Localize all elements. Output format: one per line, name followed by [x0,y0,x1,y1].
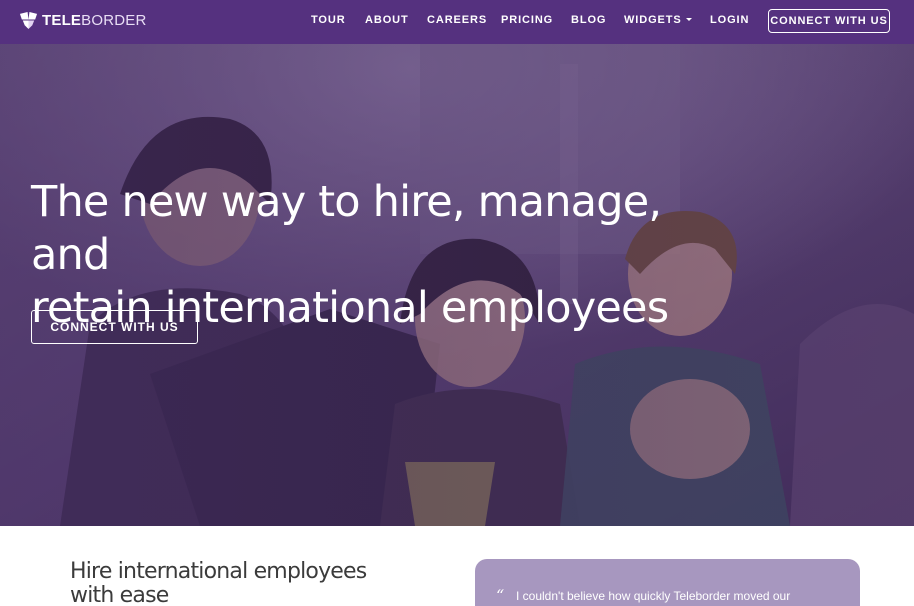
section-heading-line1: Hire international employees [70,559,367,584]
nav-item-about[interactable]: ABOUT [365,14,409,26]
caret-down-icon [685,17,692,21]
hero-connect-button[interactable]: CONNECT WITH US [31,310,198,344]
nav-item-widgets[interactable]: WIDGETS [624,14,692,26]
brand-name: TELEBORDER [42,12,147,29]
section-heading: Hire international employees with ease [70,560,370,606]
top-navbar: TELEBORDER TOUR ABOUT CAREERS PRICING BL… [0,0,914,44]
teleborder-logo-icon [19,11,38,30]
nav-item-tour[interactable]: TOUR [311,14,346,26]
testimonial-card: “ I couldn't believe how quickly Telebor… [475,559,860,606]
brand-name-light: BORDER [81,12,147,29]
quote-icon: “ [496,586,505,605]
nav-item-careers[interactable]: CAREERS [427,14,487,26]
nav-item-blog[interactable]: BLOG [571,14,606,26]
nav-item-widgets-label: WIDGETS [624,14,682,26]
nav-item-pricing[interactable]: PRICING [501,14,553,26]
hero-section: The new way to hire, manage, and retain … [0,44,914,526]
brand-name-bold: TELE [42,12,82,29]
section-heading-line2: with ease [70,583,169,606]
hero-title-line1: The new way to hire, manage, and [31,177,662,280]
testimonial-text: I couldn't believe how quickly Teleborde… [516,589,791,603]
brand-logo[interactable]: TELEBORDER [19,11,147,30]
features-section: Hire international employees with ease “… [0,526,914,606]
nav-connect-button[interactable]: CONNECT WITH US [768,9,890,33]
nav-item-login[interactable]: LOGIN [710,14,749,26]
